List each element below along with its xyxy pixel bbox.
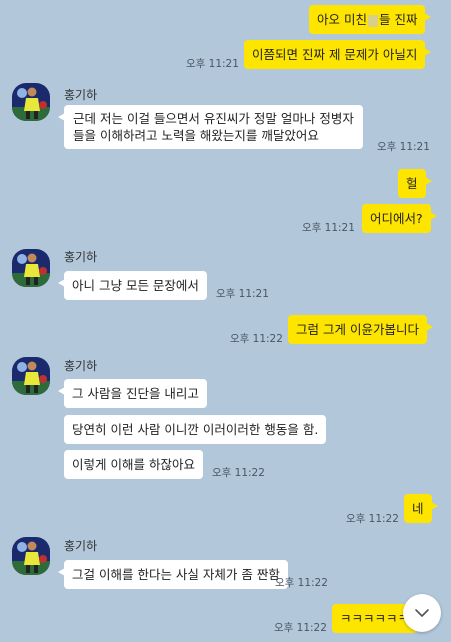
received-message[interactable]: 근데 저는 이걸 들으면서 유진씨가 정말 얼마나 정병자 들을 이해하려고 노… (58, 105, 363, 149)
message-time: 오후 11:21 (377, 141, 430, 153)
message-time: 오후 11:22 (275, 577, 328, 589)
message-time: 오후 11:22 (274, 622, 327, 634)
my-message[interactable]: 헐 (398, 169, 431, 198)
message-text-part: 아오 미친 (317, 12, 367, 27)
chevron-down-icon (415, 609, 429, 617)
my-message[interactable]: 아오 미친 들 진짜 (309, 5, 432, 34)
scroll-down-button[interactable] (403, 594, 441, 632)
received-message[interactable]: 그 사람을 진단을 내리고 (58, 379, 207, 408)
sender-name: 홍기하 (64, 88, 98, 102)
message-time: 오후 11:22 (212, 467, 265, 479)
avatar[interactable] (12, 357, 50, 395)
message-time: 오후 11:22 (346, 513, 399, 525)
my-message[interactable]: 이쯤되면 진짜 제 문제가 아닐지 (244, 40, 432, 69)
avatar[interactable] (12, 537, 50, 575)
avatar[interactable] (12, 83, 50, 121)
soccer-player-avatar-icon (12, 83, 50, 121)
message-time: 오후 11:21 (186, 58, 239, 70)
censored-text (367, 14, 378, 27)
message-time: 오후 11:21 (302, 222, 355, 234)
my-message[interactable]: 네 (404, 494, 437, 523)
message-text-part: 들 진짜 (378, 12, 418, 27)
my-message[interactable]: 그럼 그게 이윤가봅니다 (288, 315, 433, 344)
message-time: 오후 11:21 (216, 288, 269, 300)
received-message[interactable]: 아니 그냥 모든 문장에서 (58, 271, 207, 300)
received-message[interactable]: 그걸 이해를 한다는 사실 자체가 좀 짠함 (58, 560, 288, 589)
soccer-player-avatar-icon (12, 249, 50, 287)
sender-name: 홍기하 (64, 250, 98, 264)
message-line: 근데 저는 이걸 들으면서 유진씨가 정말 얼마나 정병자 (73, 111, 354, 126)
message-line: 들을 이해하려고 노력을 해왔는지를 깨달았어요 (73, 128, 319, 143)
my-message[interactable]: 어디에서? (362, 204, 437, 233)
message-time: 오후 11:22 (230, 333, 283, 345)
avatar[interactable] (12, 249, 50, 287)
sender-name: 홍기하 (64, 539, 98, 553)
received-message[interactable]: 이렇게 이해를 하잖아요 (64, 450, 203, 479)
soccer-player-avatar-icon (12, 537, 50, 575)
received-message[interactable]: 당연히 이런 사람 이니깐 이러이러한 행동을 함. (64, 415, 327, 444)
soccer-player-avatar-icon (12, 357, 50, 395)
sender-name: 홍기하 (64, 359, 98, 373)
